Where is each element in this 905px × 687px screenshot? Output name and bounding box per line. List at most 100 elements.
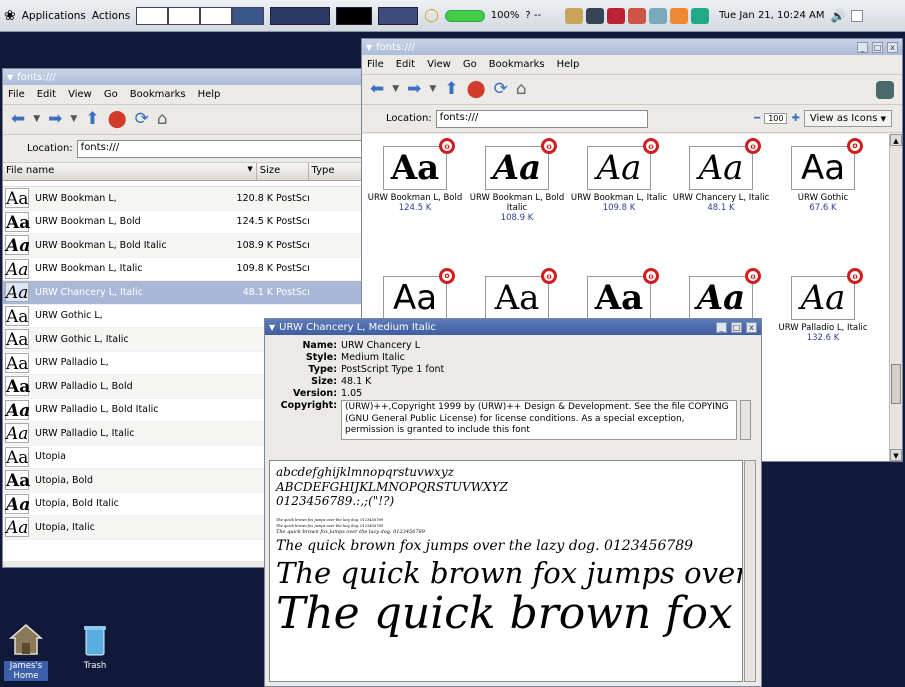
font-thumbnail: Aao (485, 138, 557, 190)
window-list-button[interactable] (378, 6, 419, 25)
column-filename[interactable]: File name ▼ (3, 163, 257, 180)
file-row[interactable]: Aa URW Bookman L, 120.8 KPostScript (3, 187, 421, 211)
actions-menu[interactable]: Actions (92, 10, 130, 22)
minimize-button[interactable]: _ (857, 41, 868, 53)
volume-icon[interactable]: 🔊 (831, 9, 846, 23)
tray-app-icon[interactable] (565, 7, 584, 24)
window-list-button[interactable] (270, 6, 331, 25)
menu-file[interactable]: File (8, 89, 25, 100)
window-menu-icon[interactable]: ▼ (366, 43, 372, 52)
menu-bookmarks[interactable]: Bookmarks (130, 89, 186, 100)
tray-app-icon[interactable] (670, 7, 689, 24)
file-row[interactable]: Aa URW Chancery L, Italic 48.1 KPostScript (3, 281, 421, 305)
file-type: PostScript (276, 286, 309, 298)
desktop-icon-trash[interactable]: Trash (70, 622, 120, 671)
font-file-icon[interactable]: Aa o URW Bookman L, Bold Italic 108.9 K (466, 138, 568, 270)
forward-icon[interactable]: ➡ (407, 81, 421, 98)
menu-help[interactable]: Help (557, 59, 580, 70)
show-desktop-button[interactable] (851, 9, 864, 22)
menu-edit[interactable]: Edit (396, 59, 415, 70)
tray-app-icon[interactable] (691, 7, 710, 24)
chevron-down-icon[interactable]: ▼ (33, 115, 40, 124)
preview-scrollbar[interactable] (744, 460, 756, 682)
menu-file[interactable]: File (367, 59, 384, 70)
stop-icon[interactable]: ⬤ (467, 81, 486, 98)
file-name: URW Bookman L, Bold Italic (35, 239, 167, 251)
file-name: URW Palladio L, Bold (35, 380, 133, 392)
file-row[interactable]: Aa URW Bookman L, Italic 109.8 KPostScript (3, 257, 421, 281)
window-list-button[interactable] (336, 6, 373, 25)
reload-icon[interactable]: ⟳ (135, 111, 149, 128)
font-thumbnail: Aao (791, 138, 863, 190)
chevron-down-icon[interactable]: ▼ (429, 85, 436, 94)
throbber-icon (876, 80, 894, 99)
font-file-icon[interactable]: Aa o URW Palladio L, Italic 132.6 K (772, 268, 874, 400)
icon-label: URW Bookman L, Italic (570, 193, 668, 203)
stop-icon[interactable]: ⬤ (108, 111, 127, 128)
preview-digits: 0123456789.:,;("!?) (276, 494, 395, 508)
close-button[interactable]: x (887, 41, 898, 53)
zoom-out-icon[interactable]: ━ (754, 113, 760, 124)
copyright-text[interactable]: (URW)++,Copyright 1999 by (URW)++ Design… (341, 400, 737, 440)
tray-app-icon[interactable] (628, 7, 647, 24)
window-menu-icon[interactable]: ▼ (7, 73, 13, 82)
menu-go[interactable]: Go (463, 59, 477, 70)
up-icon[interactable]: ⬆ (444, 81, 458, 98)
font-file-icon[interactable]: Aa o URW Chancery L, Italic 48.1 K (670, 138, 772, 270)
home-icon[interactable]: ⌂ (516, 81, 527, 98)
font-preview-icon: Aa (5, 305, 29, 327)
maximize-button[interactable]: □ (731, 321, 742, 333)
font-file-icon[interactable]: Aa o URW Gothic 67.6 K (772, 138, 874, 270)
file-row[interactable]: Aa URW Bookman L, Bold Italic 108.9 K PostS… (3, 234, 421, 258)
icon-size: 109.8 K (602, 203, 636, 213)
font-thumbnail: Aao (791, 268, 863, 320)
up-icon[interactable]: ⬆ (85, 111, 99, 128)
chevron-down-icon[interactable]: ▼ (392, 85, 399, 94)
tray-app-icon[interactable] (586, 7, 605, 24)
menu-go[interactable]: Go (104, 89, 118, 100)
location-input[interactable]: fonts:/// (435, 109, 648, 128)
tray-app-icon[interactable] (649, 7, 668, 24)
applications-menu[interactable]: Applications (22, 10, 86, 22)
file-name: URW Gothic L, Italic (35, 333, 129, 345)
chevron-down-icon[interactable]: ▼ (70, 115, 77, 124)
vertical-scrollbar[interactable]: ▲ ▼ (889, 134, 902, 461)
sort-down-icon: ▼ (247, 165, 253, 173)
window-titlebar[interactable]: ▼ fonts:/// (3, 69, 421, 85)
column-size[interactable]: Size (257, 163, 309, 180)
view-as-dropdown[interactable]: View as Icons ▼ (803, 110, 892, 127)
back-icon[interactable]: ⬅ (370, 81, 384, 98)
home-icon[interactable]: ⌂ (157, 111, 168, 128)
dialog-titlebar[interactable]: ▼ URW Chancery L, Medium Italic _ □ x (265, 319, 761, 335)
desktop-icon-home[interactable]: James's Home (4, 622, 48, 681)
tray-app-icon[interactable] (607, 7, 626, 24)
file-size: 120.8 K (236, 192, 273, 204)
clock[interactable]: Tue Jan 21, 10:24 AM (719, 10, 824, 21)
reload-icon[interactable]: ⟳ (494, 81, 508, 98)
menu-edit[interactable]: Edit (37, 89, 56, 100)
menu-help[interactable]: Help (198, 89, 221, 100)
copyright-scrollbar[interactable] (740, 400, 751, 440)
font-preview-icon: Aa (5, 423, 29, 445)
file-name: URW Gothic L, (35, 310, 103, 322)
forward-icon[interactable]: ➡ (48, 111, 62, 128)
zoom-level[interactable]: 100 (764, 113, 788, 124)
zoom-in-icon[interactable]: ✚ (791, 113, 799, 124)
font-file-icon[interactable]: Aa o URW Bookman L, Italic 109.8 K (568, 138, 670, 270)
trash-icon (84, 626, 106, 656)
menu-view[interactable]: View (427, 59, 451, 70)
workspace-switcher[interactable] (136, 6, 265, 26)
minimize-button[interactable]: _ (716, 321, 727, 333)
close-button[interactable]: x (746, 321, 757, 333)
window-titlebar[interactable]: ▼ fonts:/// _ □ x (362, 39, 902, 55)
back-icon[interactable]: ⬅ (11, 111, 25, 128)
font-thumbnail: Aao (383, 138, 455, 190)
file-row[interactable]: Aa URW Bookman L, Bold 124.5 KPostScript (3, 210, 421, 234)
size-label: Size: (311, 376, 337, 387)
menu-bookmarks[interactable]: Bookmarks (489, 59, 545, 70)
maximize-button[interactable]: □ (872, 41, 883, 53)
window-menu-icon[interactable]: ▼ (269, 323, 275, 332)
font-file-icon[interactable]: Aa o URW Bookman L, Bold 124.5 K (364, 138, 466, 270)
location-bar: Location: fonts:/// ━ 100 ✚ View as Icon… (362, 105, 902, 133)
menu-view[interactable]: View (68, 89, 92, 100)
